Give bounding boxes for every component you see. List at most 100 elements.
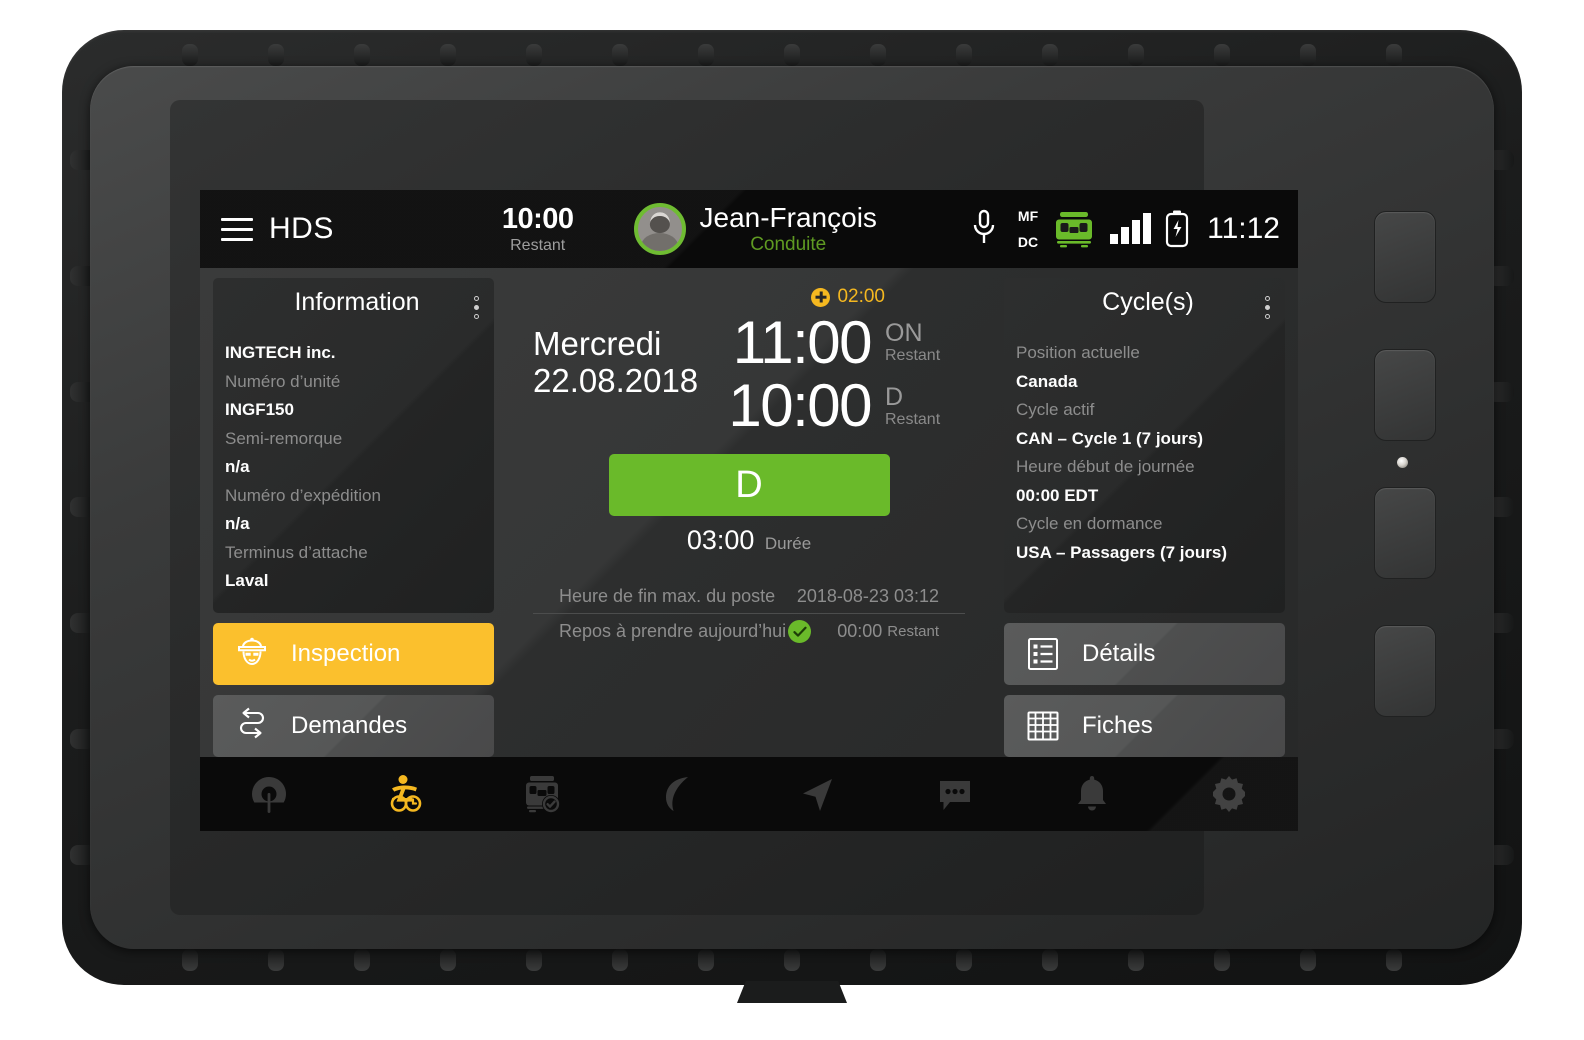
current-date: Mercredi 22.08.2018 [533,325,699,400]
nav-dashboard[interactable] [200,770,337,818]
app-title: HDS [269,212,334,245]
driver-status: Conduite [750,233,827,255]
list-details-icon [1004,635,1082,673]
hardware-button-3[interactable] [1374,487,1436,579]
nav-navigation[interactable] [749,770,886,818]
duty-status-button[interactable]: D [608,454,890,517]
info-value: n/a [225,457,250,476]
info-label: Numéro d’expédition [225,485,381,505]
bottom-navigation-bar [200,757,1298,831]
demandes-button-label: Demandes [291,712,408,739]
cycle-label: Heure début de journée [1016,457,1195,476]
info-label: Numéro d’unité [225,371,341,391]
rest-today-suffix: Restant [887,623,939,641]
max-shift-end-row: Heure de fin max. du poste 2018-08-23 03… [533,580,965,613]
max-shift-end-label: Heure de fin max. du poste [559,586,776,607]
top-grip-nubs [182,44,1402,66]
rest-today-label: Repos à prendre aujourd’hui [559,621,787,642]
information-kebab-menu-icon[interactable] [471,288,482,327]
info-value: Laval [225,571,269,590]
timer-on-value: 11:00 [732,309,873,376]
cycles-title: Cycle(s) [1102,288,1194,316]
rest-today-row: Repos à prendre aujourd’hui 00:00 Restan… [533,613,965,649]
microphone-icon[interactable] [971,209,997,250]
hamburger-menu-icon[interactable] [221,217,253,241]
nav-hours-of-service[interactable] [337,770,474,818]
nav-alerts[interactable] [1024,770,1161,818]
info-value: INGF150 [225,400,294,419]
rest-today-value: 00:00 [837,621,883,642]
bottom-grip-nubs [182,949,1402,971]
header-remaining-value: 10:00 [501,202,574,235]
cycles-kebab-menu-icon[interactable] [1262,288,1273,327]
hours-summary-panel: Mercredi 22.08.2018 02:00 11:00 ON Resta… [507,278,991,757]
duty-duration: 03:00 Durée [533,525,965,556]
demandes-button[interactable]: Demandes [213,695,494,757]
police-officer-icon [213,634,291,674]
cycle-label: Cycle actif [1016,400,1095,419]
grid-sheets-icon [1004,707,1082,745]
driver-name: Jean-François [699,202,877,234]
hardware-button-4[interactable] [1374,625,1436,717]
duty-duration-label: Durée [764,534,812,554]
duty-duration-value: 03:00 [686,525,755,556]
cycle-value: 00:00 EDT [1016,485,1099,505]
tablet-screen: HDS 10:00 Restant Jean-François Conduite [200,190,1298,831]
weekday: Mercredi [533,325,662,362]
system-clock: 11:12 [1207,212,1280,245]
hardware-button-1[interactable] [1374,211,1436,303]
fiches-button[interactable]: Fiches [1004,695,1285,757]
truck-icon [1056,212,1093,248]
header-remaining-time: 10:00 Restant [501,202,574,254]
chat-bubble-icon [939,781,970,810]
dc-label: DC [1017,234,1039,250]
timers-group: 02:00 11:00 ON Restant 10:00 D Restant [728,286,965,436]
fiches-button-label: Fiches [1082,712,1153,739]
battery-charging-icon [1166,210,1189,248]
timer-d-code: D [885,382,904,411]
information-column: Information INGTECH inc. Numéro d’unité … [213,278,494,757]
leaf-icon [666,777,689,811]
inspection-button-label: Inspection [291,640,401,667]
gear-icon [1213,776,1246,812]
navigation-arrow-icon [802,779,832,811]
info-value: INGTECH inc. [225,343,336,362]
information-title: Information [294,288,420,316]
timer-d-value: 10:00 [728,372,872,440]
signal-bars-icon [1110,213,1152,244]
app-header: HDS 10:00 Restant Jean-François Conduite [200,190,1298,268]
information-card: Information INGTECH inc. Numéro d’unité … [213,278,494,613]
status-led-indicator [1397,457,1408,468]
cycles-card: Cycle(s) Position actuelle Canada Cycle … [1004,278,1285,613]
nav-eco[interactable] [612,770,749,818]
nav-vehicle-inspection[interactable] [475,770,612,818]
nav-settings[interactable] [1161,770,1298,818]
cycle-value: Canada [1016,371,1078,391]
bell-icon [1078,776,1107,811]
extension-badge-value: 02:00 [837,286,885,307]
mf-dc-indicator: MF DC [1018,208,1038,250]
cycle-value: CAN – Cycle 1 (7 jours) [1016,428,1204,448]
main-content: Information INGTECH inc. Numéro d’unité … [200,268,1298,757]
timer-row-d: 10:00 D Restant [728,375,965,436]
driver-block[interactable]: Jean-François Conduite [633,202,877,255]
date-value: 22.08.2018 [533,361,699,399]
info-label: Terminus d’attache [225,542,368,562]
details-button[interactable]: Détails [1004,623,1285,685]
cycle-label: Cycle en dormance [1016,514,1163,533]
extension-badge: 02:00 [811,286,885,308]
info-value: n/a [225,514,250,533]
status-icon-cluster: MF DC 11:12 [1018,208,1280,250]
timer-on-code: ON [885,319,923,348]
cycles-column: Cycle(s) Position actuelle Canada Cycle … [1004,278,1285,757]
mf-label: MF [1017,208,1039,224]
cycles-rows: Position actuelle Canada Cycle actif CAN… [1016,339,1273,567]
truck-check-icon [526,776,561,813]
avatar [633,203,686,255]
hardware-button-2[interactable] [1374,349,1436,441]
inspection-button[interactable]: Inspection [213,623,494,685]
timer-on-meta: Restant [885,347,941,365]
bottom-port-cover [737,981,847,1003]
shift-footer: Heure de fin max. du poste 2018-08-23 03… [533,580,965,649]
nav-messages[interactable] [886,770,1023,818]
